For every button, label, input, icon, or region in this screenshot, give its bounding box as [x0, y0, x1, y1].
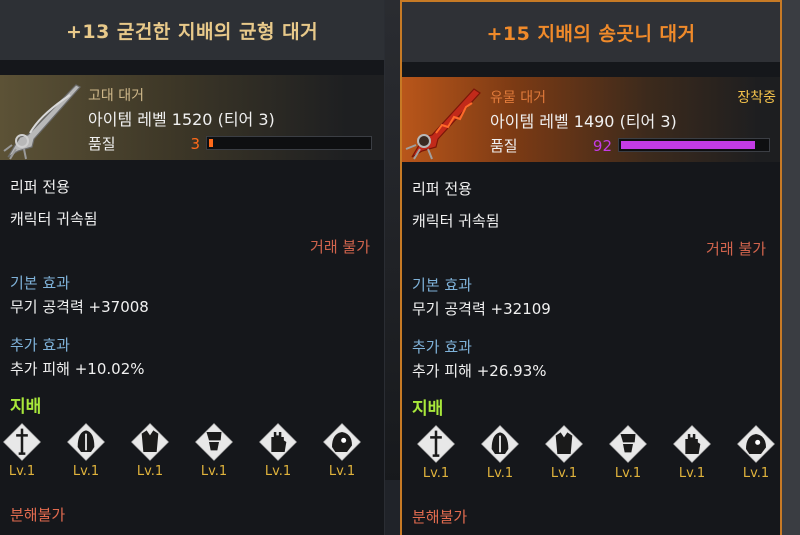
- dagger-icon: [3, 84, 81, 160]
- item-title-text: +13 굳건한 지배의 균형 대거: [65, 20, 319, 43]
- set-item-level: Lv.1: [742, 466, 770, 481]
- quality-label: 품질: [490, 137, 518, 155]
- item-title: +15 지배의 송곳니 대거: [402, 2, 780, 62]
- set-item-slot: Lv.1: [188, 420, 240, 490]
- quality-value: 3: [190, 135, 200, 153]
- helmet-icon: [481, 425, 519, 463]
- set-item-level: Lv.1: [8, 464, 36, 479]
- base-effect-title: 기본 효과: [412, 276, 472, 294]
- set-item-slot: Lv.1: [538, 422, 590, 492]
- quality-bar-fill: [209, 139, 213, 147]
- set-item-slot: Lv.1: [252, 420, 304, 490]
- set-item-level: Lv.1: [486, 466, 514, 481]
- background-right-edge: [780, 0, 800, 535]
- base-effect-value: 무기 공격력 +32109: [412, 300, 551, 318]
- set-item-slot: Lv.1: [60, 420, 112, 490]
- dominion-set-title: 지배: [10, 397, 42, 417]
- background-strip: [385, 0, 400, 535]
- item-level: 아이템 레벨 1490 (티어 3): [490, 112, 677, 131]
- extra-effect-value: 추가 피해 +10.02%: [10, 360, 145, 378]
- quality-label: 품질: [88, 135, 116, 153]
- chest-armor-icon: [131, 423, 169, 461]
- set-item-level: Lv.1: [72, 464, 100, 479]
- set-item-level: Lv.1: [678, 466, 706, 481]
- set-item-slot: Lv.1: [0, 420, 48, 490]
- trade-status: 거래 불가: [706, 240, 766, 258]
- item-grade: 고대 대거: [88, 88, 144, 104]
- bind-status: 캐릭터 귀속됨: [412, 212, 500, 230]
- item-header: 유물 대거 아이템 레벨 1490 (티어 3) 장착중 품질 92: [402, 77, 780, 162]
- set-icons-row: Lv.1 Lv.1 Lv.1 Lv.1 Lv.1 Lv.1: [402, 422, 780, 492]
- item-tooltip-left: +13 굳건한 지배의 균형 대거 고대 대거 아이템 레벨 1520 (티어 …: [0, 0, 385, 535]
- quality-bar: [618, 138, 770, 152]
- quality-value: 92: [592, 137, 612, 155]
- dagger-icon: [405, 88, 481, 160]
- class-restriction: 리퍼 전용: [412, 180, 472, 198]
- set-item-slot: Lv.1: [410, 422, 462, 492]
- set-item-level: Lv.1: [422, 466, 450, 481]
- set-item-level: Lv.1: [550, 466, 578, 481]
- set-item-slot: Lv.1: [124, 420, 176, 490]
- disassemble-status: 분해불가: [412, 508, 468, 526]
- set-item-level: Lv.1: [264, 464, 292, 479]
- set-item-slot: Lv.1: [602, 422, 654, 492]
- glove-icon: [259, 423, 297, 461]
- sword-emblem-icon: [3, 423, 41, 461]
- base-effect-value: 무기 공격력 +37008: [10, 298, 149, 316]
- set-item-slot: Lv.1: [474, 422, 526, 492]
- chest-armor-icon: [545, 425, 583, 463]
- extra-effect-value: 추가 피해 +26.93%: [412, 362, 547, 380]
- set-item-level: Lv.1: [136, 464, 164, 479]
- item-title-text: +15 지배의 송곳니 대거: [486, 22, 696, 45]
- trade-status: 거래 불가: [310, 238, 370, 256]
- pants-icon: [195, 423, 233, 461]
- base-effect-title: 기본 효과: [10, 274, 70, 292]
- bind-status: 캐릭터 귀속됨: [10, 210, 98, 228]
- quality-bar-fill: [621, 141, 755, 149]
- helmet-icon: [67, 423, 105, 461]
- item-header: 고대 대거 아이템 레벨 1520 (티어 3) 품질 3: [0, 75, 384, 160]
- dominion-set-title: 지배: [412, 399, 444, 419]
- set-icons-row: Lv.1 Lv.1 Lv.1 Lv.1 Lv.1 Lv.1: [0, 420, 384, 490]
- pants-icon: [609, 425, 647, 463]
- set-item-slot: Lv.1: [730, 422, 782, 492]
- item-title: +13 굳건한 지배의 균형 대거: [0, 0, 384, 60]
- extra-effect-title: 추가 효과: [412, 338, 472, 356]
- shoulder-icon: [323, 423, 361, 461]
- item-level: 아이템 레벨 1520 (티어 3): [88, 110, 275, 129]
- quality-bar: [206, 136, 372, 150]
- equipped-badge: 장착중: [737, 90, 776, 106]
- set-item-slot: Lv.1: [666, 422, 718, 492]
- shoulder-icon: [737, 425, 775, 463]
- glove-icon: [673, 425, 711, 463]
- extra-effect-title: 추가 효과: [10, 336, 70, 354]
- disassemble-status: 분해불가: [10, 506, 66, 524]
- sword-emblem-icon: [417, 425, 455, 463]
- item-tooltip-right: +15 지배의 송곳니 대거 유물 대거 아이템 레벨 1490 (티어 3) …: [400, 0, 782, 535]
- set-item-level: Lv.1: [328, 464, 356, 479]
- item-grade: 유물 대거: [490, 90, 546, 106]
- class-restriction: 리퍼 전용: [10, 178, 70, 196]
- set-item-slot: Lv.1: [316, 420, 368, 490]
- set-item-level: Lv.1: [614, 466, 642, 481]
- set-item-level: Lv.1: [200, 464, 228, 479]
